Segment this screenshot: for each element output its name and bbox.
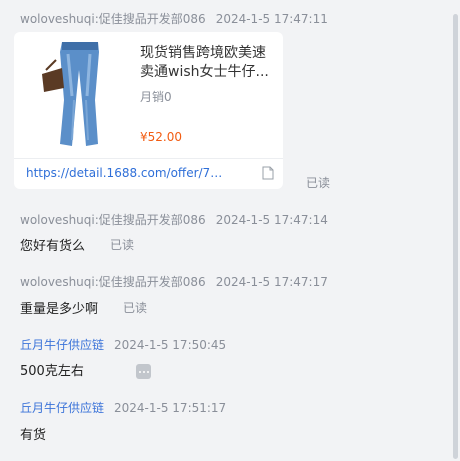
product-card[interactable]: 现货销售跨境欧美速卖通wish女士牛仔... 月销0 ¥52.00 https:… (14, 32, 283, 189)
message-time: 2024-1-5 17:47:14 (215, 213, 328, 227)
message-text[interactable]: 有货 (20, 424, 46, 443)
scrollbar-thumb[interactable] (453, 14, 458, 459)
sender-name[interactable]: 丘月牛仔供应链 (20, 338, 104, 352)
message-time: 2024-1-5 17:51:17 (114, 401, 227, 415)
document-icon[interactable] (262, 166, 274, 180)
product-price: ¥52.00 (140, 130, 182, 144)
message-text[interactable]: 您好有货么 (20, 235, 85, 254)
product-link[interactable]: https://detail.1688.com/offer/75... (26, 166, 226, 180)
message-header: woloveshuqi:促佳搜品开发部086 2024-1-5 17:47:17 (20, 273, 328, 290)
message-time: 2024-1-5 17:47:17 (215, 275, 328, 289)
sender-name[interactable]: woloveshuqi:促佳搜品开发部086 (20, 275, 206, 289)
message-header: woloveshuqi:促佳搜品开发部086 2024-1-5 17:47:11 (20, 10, 328, 27)
message-header: woloveshuqi:促佳搜品开发部086 2024-1-5 17:47:14 (20, 211, 328, 228)
sender-name[interactable]: woloveshuqi:促佳搜品开发部086 (20, 12, 206, 26)
monthly-sales: 月销0 (140, 90, 172, 104)
message-text[interactable]: 重量是多少啊 (20, 298, 98, 317)
more-options-icon[interactable] (136, 364, 151, 379)
card-divider (14, 158, 283, 159)
message-time: 2024-1-5 17:50:45 (114, 338, 227, 352)
read-status: 已读 (123, 301, 148, 315)
read-status: 已读 (110, 238, 135, 252)
sender-name[interactable]: woloveshuqi:促佳搜品开发部086 (20, 213, 206, 227)
message-text[interactable]: 500克左右 (20, 360, 84, 379)
message-time: 2024-1-5 17:47:11 (215, 12, 328, 26)
product-image[interactable] (32, 40, 128, 150)
read-status: 已读 (306, 176, 331, 190)
message-header: 丘月牛仔供应链 2024-1-5 17:50:45 (20, 336, 226, 353)
product-title[interactable]: 现货销售跨境欧美速卖通wish女士牛仔... (140, 44, 278, 82)
message-header: 丘月牛仔供应链 2024-1-5 17:51:17 (20, 399, 226, 416)
sender-name[interactable]: 丘月牛仔供应链 (20, 401, 104, 415)
